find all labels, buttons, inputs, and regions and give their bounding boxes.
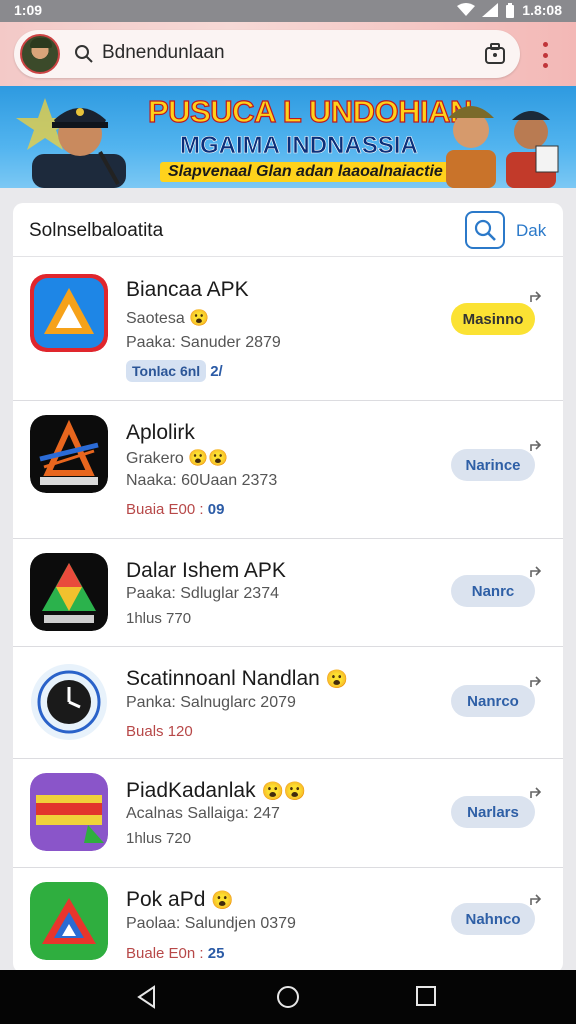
list-title: Solnselbaloatita — [29, 220, 164, 241]
app-icon — [30, 274, 108, 352]
more-menu-icon[interactable] — [540, 42, 550, 68]
promo-banner[interactable]: PUSUCA L UNDOHIAN MGAIMA INDNASSIA Slapv… — [0, 86, 576, 188]
browser-toolbar: Bdnendunlaan — [0, 22, 576, 86]
app-detail: Naaka: 60Uaan 2373 — [126, 472, 278, 489]
app-icon — [30, 882, 108, 960]
app-name: Dalar Ishem APK — [126, 559, 286, 582]
share-icon[interactable] — [529, 437, 545, 453]
status-clock: 1.8:08 — [522, 2, 562, 18]
list-item[interactable]: Pok aPd 😮 Paolaa: Salundjen 0379 Buale E… — [13, 868, 563, 973]
search-icon — [75, 45, 93, 63]
tabs-icon[interactable] — [484, 43, 506, 65]
people-illustration — [446, 106, 559, 188]
list-item[interactable]: Biancaa APK Saotesa 😮 Paaka: Sanuder 287… — [13, 258, 563, 401]
install-button[interactable]: Narlars — [451, 796, 535, 828]
app-subtitle: Paaka: Sdluglar 2374 — [126, 585, 279, 602]
list-search-button[interactable] — [465, 211, 505, 249]
back-icon[interactable] — [136, 985, 158, 1009]
list-item[interactable]: Scatinnoanl Nandlan 😮 Panka: Salnuglarc … — [13, 647, 563, 759]
system-nav-bar — [0, 970, 576, 1024]
app-subtitle: Panka: Salnuglarc 2079 — [126, 694, 296, 711]
emoji-icon: 😮 — [211, 890, 234, 910]
install-button[interactable]: Nanrc — [451, 575, 535, 607]
app-list-card: Solnselbaloatita Dak Biancaa APK Saotesa… — [13, 203, 563, 973]
app-subtitle: Paolaa: Salundjen 0379 — [126, 915, 296, 932]
app-subtitle: Acalnas Sallaiga: 247 — [126, 805, 280, 822]
app-icon — [30, 663, 108, 741]
signal-icon — [482, 3, 499, 17]
share-icon[interactable] — [529, 563, 545, 579]
banner-title: PUSUCA L UNDOHIAN — [147, 93, 473, 129]
officer-illustration — [32, 108, 126, 188]
app-tag: Tonlac 6nl — [126, 360, 207, 382]
header-link[interactable]: Dak — [516, 221, 546, 241]
app-name: Scatinnoanl Nandlan 😮 — [126, 667, 349, 690]
share-icon[interactable] — [529, 673, 545, 689]
app-icon — [30, 415, 108, 493]
install-button[interactable]: Masinno — [451, 303, 535, 335]
app-subtitle: Grakero 😮😮 — [126, 450, 229, 467]
app-name: Aplolirk — [126, 421, 195, 444]
app-meta: Buale E0n : 25 — [126, 945, 225, 962]
app-detail: Paaka: Sanuder 2879 — [126, 334, 281, 351]
app-meta: 1hlus 720 — [126, 830, 192, 847]
app-meta: Buaia E00 : 09 — [126, 501, 225, 518]
wifi-icon — [457, 3, 476, 16]
address-bar[interactable]: Bdnendunlaan — [14, 30, 520, 78]
emoji-icon: 😮 — [325, 669, 349, 689]
emoji-icon: 😮😮 — [188, 450, 229, 467]
app-meta: Buals 120 — [126, 723, 193, 740]
status-time: 1:09 — [14, 2, 43, 18]
url-text[interactable]: Bdnendunlaan — [102, 42, 225, 64]
install-button[interactable]: Nahnco — [451, 903, 535, 935]
install-button[interactable]: Narince — [451, 449, 535, 481]
banner-tagline: Slapvenaal Glan adan laaoalnaiactie — [160, 162, 451, 182]
app-icon — [30, 553, 108, 631]
app-meta: Tonlac 6nl 2/ — [126, 360, 223, 382]
list-header: Solnselbaloatita Dak — [13, 203, 563, 257]
app-icon — [30, 773, 108, 851]
app-name: Pok aPd 😮 — [126, 888, 234, 911]
home-icon[interactable] — [276, 985, 300, 1009]
share-icon[interactable] — [529, 784, 545, 800]
emoji-icon: 😮 — [189, 310, 210, 327]
app-subtitle: Saotesa 😮 — [126, 310, 210, 327]
share-icon[interactable] — [529, 891, 545, 907]
recents-icon[interactable] — [415, 985, 437, 1007]
share-icon[interactable] — [529, 288, 545, 304]
list-item[interactable]: PiadKadanlak 😮😮 Acalnas Sallaiga: 247 1h… — [13, 759, 563, 868]
list-item[interactable]: Dalar Ishem APK Paaka: Sdluglar 2374 1hl… — [13, 539, 563, 647]
banner-subtitle: MGAIMA INDNASSIA — [180, 132, 418, 160]
battery-icon — [506, 2, 515, 18]
avatar[interactable] — [20, 34, 60, 74]
list-item[interactable]: Aplolirk Grakero 😮😮 Naaka: 60Uaan 2373 B… — [13, 401, 563, 539]
app-name: Biancaa APK — [126, 278, 249, 301]
status-bar: 1:09 1.8:08 — [0, 0, 576, 22]
search-icon — [474, 219, 496, 241]
install-button[interactable]: Nanrco — [451, 685, 535, 717]
emoji-icon: 😮😮 — [261, 781, 307, 801]
app-meta: 1hlus 770 — [126, 610, 192, 627]
app-name: PiadKadanlak 😮😮 — [126, 779, 307, 802]
